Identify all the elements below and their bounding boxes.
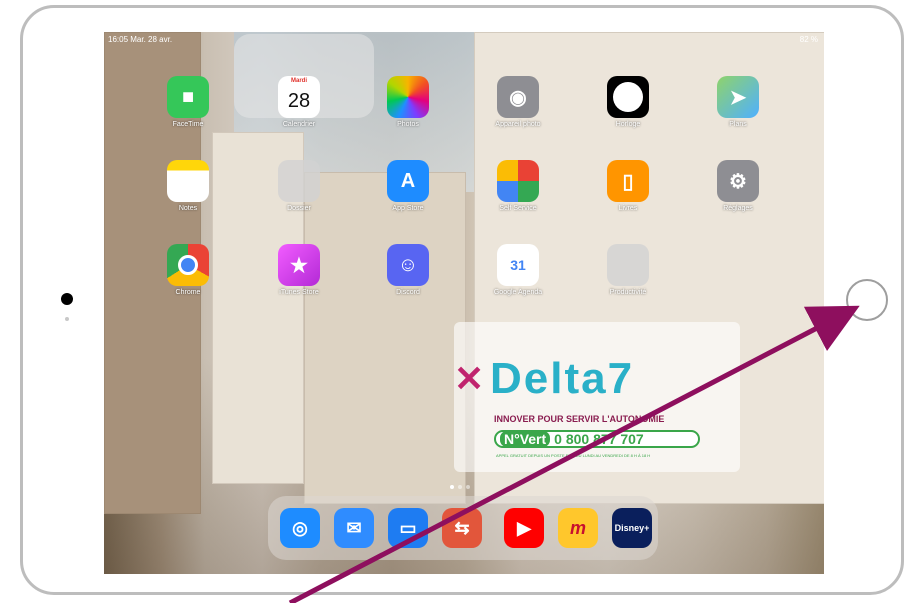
folder-icon: [278, 160, 320, 202]
app-chrome[interactable]: Chrome: [152, 244, 224, 308]
app-facetime[interactable]: ■ FaceTime: [152, 76, 224, 140]
page-dot: [466, 485, 470, 489]
app-label: Horloge: [615, 121, 641, 128]
folder-icon: [607, 244, 649, 286]
calendar-day-number: 28: [287, 89, 311, 112]
app-label: Dossier: [287, 205, 311, 212]
app-itunes-store[interactable]: ★ iTunes Store: [263, 244, 335, 308]
app-reglages[interactable]: ⚙ Réglages: [702, 160, 774, 224]
appstore-icon: A: [387, 160, 429, 202]
app-dossier[interactable]: Dossier: [263, 160, 335, 224]
mail-icon[interactable]: ✉: [334, 508, 374, 548]
app-calendrier[interactable]: Mardi 28 Calendrier: [263, 76, 335, 140]
light-sensor: [65, 317, 69, 321]
app-photos[interactable]: Photos: [372, 76, 444, 140]
app-label: Chrome: [175, 289, 201, 296]
phone-prefix: N°Vert: [500, 431, 551, 447]
front-camera: [61, 293, 73, 305]
app-discord[interactable]: ☺ Discord: [372, 244, 444, 308]
app-livres[interactable]: ▯ Livres: [592, 160, 664, 224]
app-label: Appareil photo: [495, 121, 541, 128]
files-icon[interactable]: ▭: [388, 508, 428, 548]
youtube-icon[interactable]: ▶: [504, 508, 544, 548]
app-google-agenda[interactable]: 31 Google Agenda: [482, 244, 554, 308]
app-label: Notes: [178, 205, 198, 212]
star-icon: ★: [278, 244, 320, 286]
photos-icon: [387, 76, 429, 118]
books-icon: ▯: [607, 160, 649, 202]
app-label: Discord: [396, 289, 420, 296]
app-label: Google Agenda: [493, 289, 543, 296]
notes-icon: [167, 160, 209, 202]
app-appareil-photo[interactable]: ◉ Appareil photo: [482, 76, 554, 140]
phone-number: 0 800 877 707: [554, 431, 644, 447]
app-self-service[interactable]: Self Service: [482, 160, 554, 224]
calendar-icon: Mardi 28: [278, 76, 320, 118]
app-plans[interactable]: ➤ Plans: [702, 76, 774, 140]
battery-indicator: 82 %: [799, 35, 818, 44]
delta7-logo: Delta7: [490, 354, 635, 403]
delta7-fine-print: APPEL GRATUIT DEPUIS UN POSTE FIXE DU LU…: [496, 453, 651, 458]
page-indicator[interactable]: [448, 476, 472, 494]
disney-icon[interactable]: Disney+: [612, 508, 652, 548]
delta7-advertisement: ✕ Delta7 INNOVER POUR SERVIR L'AUTONOMIE…: [454, 322, 740, 472]
status-time: 16:05 Mar. 28 avr.: [108, 35, 173, 44]
status-bar: 16:05 Mar. 28 avr. 82 %: [104, 32, 824, 48]
teamviewer-icon[interactable]: ⇆: [442, 508, 482, 548]
page-dot: [450, 485, 454, 489]
selfservice-icon: [497, 160, 539, 202]
clock-icon: [607, 76, 649, 118]
discord-icon: ☺: [387, 244, 429, 286]
camera-icon: ◉: [497, 76, 539, 118]
delta7-figure-icon: ✕: [454, 358, 485, 399]
delta7-phone: N°Vert 0 800 877 707: [494, 430, 700, 448]
gear-icon: ⚙: [717, 160, 759, 202]
delta7-tagline: INNOVER POUR SERVIR L'AUTONOMIE: [494, 414, 665, 424]
app-label: Plans: [729, 121, 747, 128]
chrome-icon: [167, 244, 209, 286]
app-label: iTunes Store: [279, 289, 319, 296]
dock: ◎ ✉ ▭ ⇆ ▶ m Disney+: [268, 496, 658, 560]
app-label: Réglages: [723, 205, 753, 212]
home-button[interactable]: [846, 279, 888, 321]
app-notes[interactable]: Notes: [152, 160, 224, 224]
app-horloge[interactable]: Horloge: [592, 76, 664, 140]
page-dot: [458, 485, 462, 489]
app-label: Calendrier: [282, 121, 316, 128]
calendar-day-name: Mardi: [290, 78, 307, 84]
video-icon: ■: [167, 76, 209, 118]
safari-icon[interactable]: ◎: [280, 508, 320, 548]
app-label: App Store: [392, 205, 424, 212]
app-label: Livres: [618, 205, 638, 212]
map-icon: ➤: [717, 76, 759, 118]
home-screen: 16:05 Mar. 28 avr. 82 % ■ FaceTime Mardi…: [104, 32, 824, 574]
app-label: FaceTime: [172, 121, 204, 128]
app-label: Self Service: [499, 205, 537, 212]
app-label: Productivité: [609, 289, 647, 296]
app-label: Photos: [397, 121, 419, 128]
app-productivite[interactable]: Productivité: [592, 244, 664, 308]
mcdonalds-icon[interactable]: m: [558, 508, 598, 548]
google-calendar-icon: 31: [497, 244, 539, 286]
app-app-store[interactable]: A App Store: [372, 160, 444, 224]
